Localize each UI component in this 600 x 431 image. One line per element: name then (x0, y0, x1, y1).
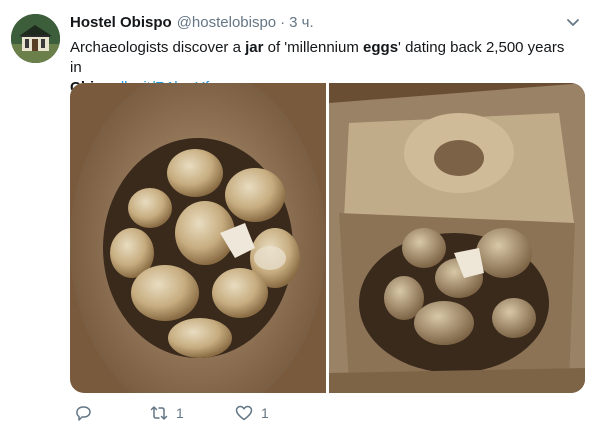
reply-icon (76, 406, 91, 421)
tweet-keyword: jar (245, 39, 264, 56)
display-name[interactable]: Hostel Obispo (70, 14, 172, 31)
retweet-icon (150, 406, 168, 420)
retweet-count: 1 (176, 405, 184, 421)
like-icon (235, 405, 253, 421)
chevron-down-icon[interactable] (564, 14, 582, 32)
retweet-button[interactable]: 1 (150, 404, 184, 422)
timestamp[interactable]: 3 ч. (289, 14, 314, 31)
separator: · (280, 14, 286, 31)
avatar-building-icon (11, 14, 60, 63)
like-count: 1 (261, 405, 269, 421)
tweet-text-part: Archaeologists discover a (70, 39, 246, 56)
reply-button[interactable] (74, 404, 100, 422)
tweet-keyword: eggs (363, 39, 399, 56)
like-button[interactable]: 1 (235, 404, 269, 422)
avatar[interactable] (11, 14, 60, 63)
tweet-header: Hostel Obispo @hostelobispo · 3 ч. (70, 14, 580, 34)
photo-eggs-jar-top[interactable] (70, 83, 326, 393)
media-grid (70, 83, 585, 393)
user-handle[interactable]: @hostelobispo (177, 14, 276, 31)
photo-eggs-jar-broken[interactable] (329, 83, 585, 393)
tweet-text-part: of 'millennium (263, 39, 364, 56)
tweet-actions: 1 1 (70, 404, 390, 426)
